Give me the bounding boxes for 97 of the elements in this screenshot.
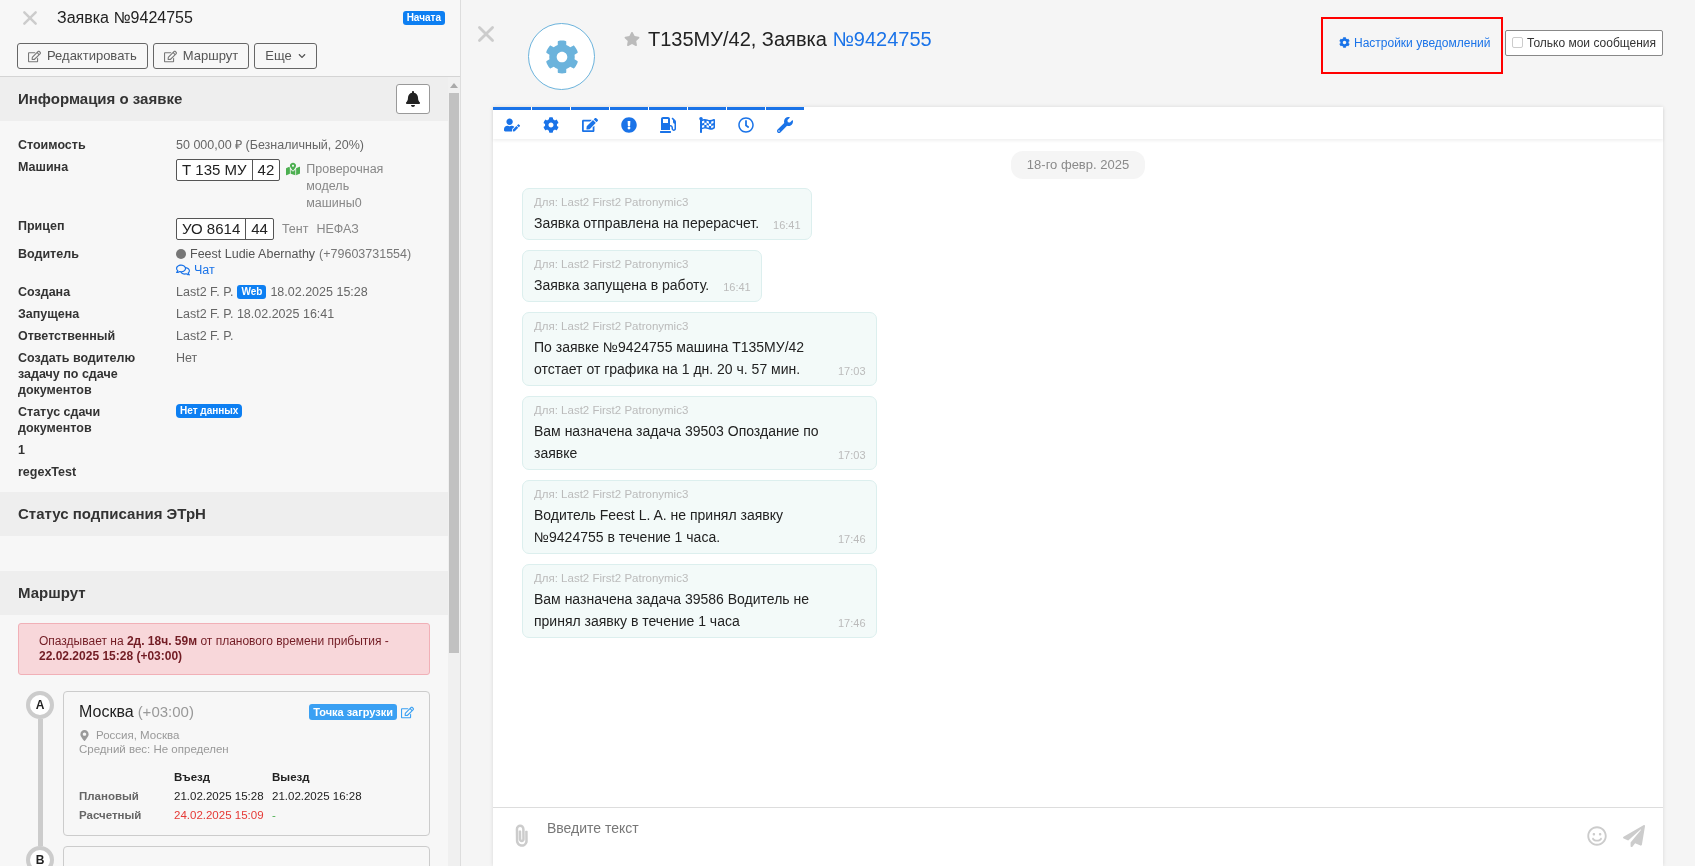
message-text: Заявка отправлена на перерасчет. [534,213,760,233]
message-text: Заявка запущена в работу. [534,275,710,295]
only-mine-toggle[interactable]: Только мои сообщения [1505,29,1663,56]
message-recipient: Для: Last2 First2 Patronymic3 [534,194,689,210]
message-time: 17:03 [838,364,866,379]
checkered-flag-icon [699,116,715,133]
edit-icon[interactable] [401,705,414,719]
arrival-time: 24.02.2025 15:09 [174,808,265,823]
message-recipient: Для: Last2 First2 Patronymic3 [534,402,689,418]
departure-time: 21.02.2025 16:28 [272,789,363,804]
date-separator: 18-го февр. 2025 [1010,151,1146,179]
point-type-badge: Точка загрузки [309,704,397,720]
plate-number: УО 8614 [177,219,247,239]
caret-icon [297,52,306,60]
info-label: regexTest [18,464,78,480]
delay-alert: Опаздывает на 2д. 18ч. 59м от планового времени прибытия - 22.02.2025 15:28 (+03:00) [18,623,430,675]
order-link[interactable]: №9424755 [832,28,932,50]
chat-title: Т135МУ/42, Заявка №9424755 [648,27,932,52]
trailer-brand: НЕФАЗ [316,221,359,237]
gear-icon [543,116,559,133]
section-title: Маршрут [18,582,86,603]
plate-region: 44 [250,219,269,239]
gear-icon [1339,37,1350,48]
info-label: Прицеп [18,218,66,235]
departure-time: - [272,808,277,823]
message-recipient: Для: Last2 First2 Patronymic3 [534,570,689,586]
time-label: Плановый [79,789,140,804]
author-name: Last2 F. P. [176,284,234,300]
column-header: Выезд [272,770,311,785]
message-text: Вам назначена задача 39503 Опоздание по заявке [534,421,820,463]
info-label: Создана [18,284,72,300]
user-edit-icon [504,116,520,133]
status-badge: Начата [402,11,445,25]
created-date: 18.02.2025 15:28 [270,284,368,300]
wrench-icon [777,116,793,133]
location-pin-icon [79,729,90,741]
message-time: 17:03 [838,448,866,463]
chat-link[interactable]: Чат [176,262,215,278]
exclamation-icon [621,116,637,133]
edit-icon [28,49,41,63]
arrival-time: 21.02.2025 15:28 [174,789,265,804]
notification-settings-link[interactable]: Настройки уведомлений [1339,33,1491,52]
fuel-pump-icon [660,116,676,133]
gear-icon [544,39,579,74]
point-marker: B [26,846,54,866]
info-label: Ответственный [18,328,117,344]
time-label: Расчетный [79,808,143,823]
message-recipient: Для: Last2 First2 Patronymic3 [534,486,689,502]
star-icon[interactable] [624,31,640,47]
trailer-body: Тент [281,221,309,237]
message-recipient: Для: Last2 First2 Patronymic3 [534,318,689,334]
info-value: Last2 F. P. 18.02.2025 16:41 [176,306,335,322]
action-button[interactable]: Маршрут [152,43,250,69]
bell-button[interactable] [396,84,430,114]
vehicle-model: Проверочная модель машины0 [306,161,385,212]
driver-phone: (+79603731554) [319,246,412,262]
info-value: Last2 F. P. [176,328,234,344]
info-value: 50 000,00 ₽ (Безналичный, 20%) [176,137,364,153]
point-weight: Средний вес: Не определен [79,742,229,756]
message-text: Водитель Feest L. A. не принял заявку №9424755 в течение 1 часа. [534,505,785,547]
driver-name: Feest Ludie Abernathy [190,246,316,262]
info-label: Статус сдачи документов [18,404,102,436]
status-badge: Нет данных [176,404,243,418]
message-time: 16:41 [773,218,801,233]
info-label: Запущена [18,306,81,322]
section-title: Информация о заявке [18,88,183,109]
info-value: Нет [176,350,198,367]
info-label: Создать водителю задачу по сдаче документов [18,350,137,398]
column-header: Въезд [174,770,212,785]
plate-number: Т 135 МУ [177,160,253,180]
action-button[interactable]: Редактировать [17,43,148,69]
info-label: Машина [18,159,70,176]
plate-region: 42 [256,160,276,180]
bell-icon [405,91,421,107]
info-label: Стоимость [18,137,87,153]
message-text: Вам назначена задача 39586 Водитель не принял заявку в течение 1 часа [534,589,810,631]
message-text: По заявке №9424755 машина Т135МУ/42 отстает от графика на 1 дн. 20 ч. 57 мин. [534,337,806,379]
info-label: 1 [18,442,26,458]
message-recipient: Для: Last2 First2 Patronymic3 [534,256,689,272]
edit-icon [582,116,598,133]
section-title: Статус подписания ЭТрН [18,503,206,524]
message-time: 17:46 [838,532,866,547]
point-city: Москва [79,702,134,722]
point-marker: A [26,691,54,719]
message-time: 17:46 [838,616,866,631]
edit-icon [163,49,177,63]
info-label: Водитель [18,246,80,263]
source-badge: Web [237,285,267,299]
clock-icon [738,116,754,133]
map-icon[interactable] [286,162,301,176]
point-timezone: (+03:00) [137,702,194,722]
chat-icon [176,263,190,277]
more-dropdown[interactable]: Еще [254,43,317,69]
message-time: 16:41 [723,280,751,295]
point-address: Россия, Москва [96,728,180,742]
message-input[interactable]: Введите текст [547,818,1571,838]
order-title: Заявка №9424755 [57,8,194,28]
